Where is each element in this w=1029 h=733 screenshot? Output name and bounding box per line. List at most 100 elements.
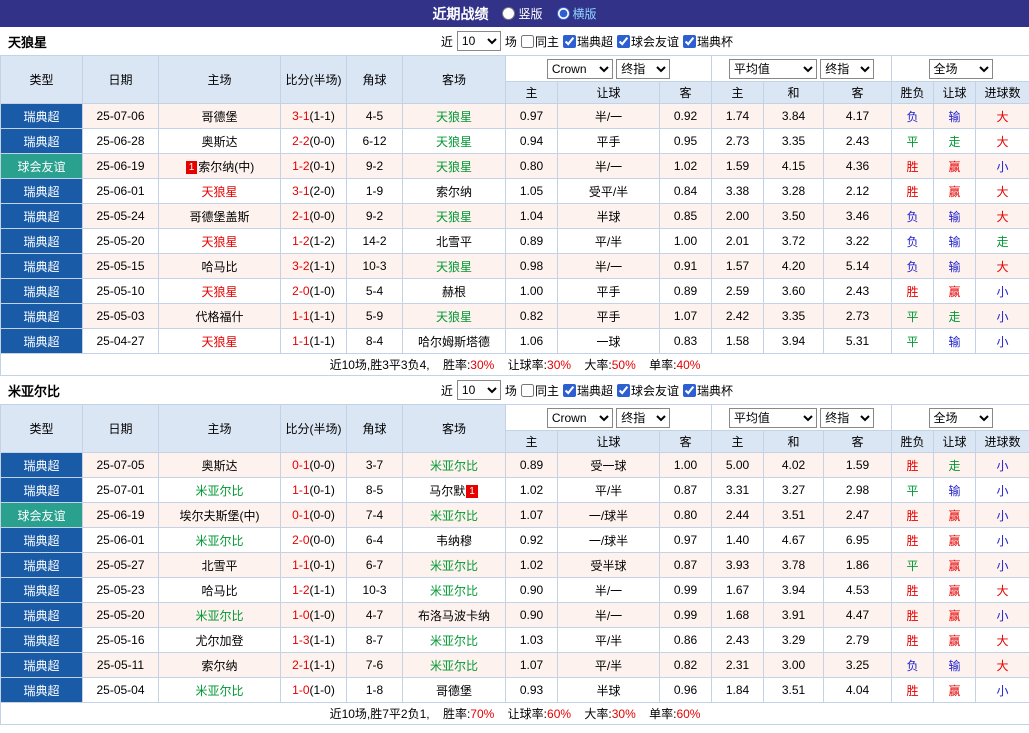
team-link[interactable]: 北雪平	[201, 559, 237, 573]
league-cell[interactable]: 瑞典超	[0, 253, 83, 279]
team-link[interactable]: 米亚尔比	[195, 534, 243, 548]
fulltime-score[interactable]: 1-1	[292, 334, 309, 348]
team-link[interactable]: 天狼星	[436, 110, 472, 124]
same-home-checkbox[interactable]	[520, 34, 534, 48]
league-cell[interactable]: 瑞典超	[0, 527, 83, 553]
club-friendly-checkbox[interactable]	[616, 34, 630, 48]
fulltime-score[interactable]: 1-0	[292, 608, 309, 622]
team-link[interactable]: 米亚尔比	[195, 684, 243, 698]
swedish-cup-checkbox[interactable]	[682, 383, 696, 397]
league-cell[interactable]: 瑞典超	[0, 652, 83, 678]
team-link[interactable]: 埃尔夫斯堡(中)	[180, 509, 260, 523]
team-link[interactable]: 索尔纳	[201, 659, 237, 673]
scope-select[interactable]: 全场	[928, 58, 993, 79]
fulltime-score[interactable]: 1-3	[292, 633, 309, 647]
team-link[interactable]: 马尔默	[429, 484, 465, 498]
league-cell[interactable]: 球会友谊	[0, 153, 83, 179]
team-link[interactable]: 天狼星	[436, 210, 472, 224]
fulltime-score[interactable]: 2-0	[292, 284, 309, 298]
filter-swedish-cup[interactable]: 瑞典杯	[682, 382, 733, 399]
team-link[interactable]: 天狼星	[436, 310, 472, 324]
euro-final-select[interactable]: 终指	[820, 58, 875, 79]
asia-final-select[interactable]: 终指	[616, 58, 671, 79]
team-link[interactable]: 哥德堡	[201, 110, 237, 124]
team-link[interactable]: 米亚尔比	[430, 659, 478, 673]
team-link[interactable]: 天狼星	[201, 235, 237, 249]
fulltime-score[interactable]: 1-1	[292, 558, 309, 572]
league-cell[interactable]: 瑞典超	[0, 602, 83, 628]
fulltime-score[interactable]: 2-0	[292, 533, 309, 547]
league-cell[interactable]: 瑞典超	[0, 303, 83, 329]
team-link[interactable]: 天狼星	[436, 160, 472, 174]
team-link[interactable]: 米亚尔比	[195, 609, 243, 623]
filter-club-friendly[interactable]: 球会友谊	[616, 382, 679, 399]
team-link[interactable]: 索尔纳(中)	[198, 160, 254, 174]
euro-average-select[interactable]: 平均值	[728, 58, 817, 79]
fulltime-score[interactable]: 1-2	[292, 159, 309, 173]
team-link[interactable]: 天狼星	[201, 335, 237, 349]
fulltime-score[interactable]: 3-1	[292, 184, 309, 198]
fulltime-score[interactable]: 2-2	[292, 134, 309, 148]
team-link[interactable]: 哈马比	[201, 260, 237, 274]
team-link[interactable]: 哈尔姆斯塔德	[418, 335, 490, 349]
league-cell[interactable]: 瑞典超	[0, 228, 83, 254]
fulltime-score[interactable]: 1-2	[292, 583, 309, 597]
team-link[interactable]: 哥德堡盖斯	[189, 210, 249, 224]
team-link[interactable]: 米亚尔比	[430, 559, 478, 573]
team-link[interactable]: 韦纳穆	[436, 534, 472, 548]
league-cell[interactable]: 瑞典超	[0, 577, 83, 603]
team-link[interactable]: 北雪平	[436, 235, 472, 249]
team-link[interactable]: 布洛马波卡纳	[418, 609, 490, 623]
recent-count-select[interactable]: 10	[456, 31, 501, 51]
same-home-checkbox[interactable]	[520, 383, 534, 397]
fulltime-score[interactable]: 0-1	[292, 458, 309, 472]
fulltime-score[interactable]: 1-0	[292, 683, 309, 697]
filter-swedish-cup[interactable]: 瑞典杯	[682, 33, 733, 50]
team-link[interactable]: 天狼星	[436, 260, 472, 274]
layout-vertical-option[interactable]: 竖版	[502, 5, 543, 22]
bookmaker-select[interactable]: Crown	[546, 407, 613, 428]
league-cell[interactable]: 瑞典超	[0, 103, 83, 129]
asia-final-select[interactable]: 终指	[616, 407, 671, 428]
league-cell[interactable]: 瑞典超	[0, 677, 83, 703]
team-link[interactable]: 天狼星	[436, 135, 472, 149]
team-link[interactable]: 米亚尔比	[430, 634, 478, 648]
swedish-super-checkbox[interactable]	[562, 34, 576, 48]
vertical-radio[interactable]	[502, 7, 516, 20]
fulltime-score[interactable]: 1-1	[292, 309, 309, 323]
euro-average-select[interactable]: 平均值	[728, 407, 817, 428]
team-link[interactable]: 奥斯达	[201, 135, 237, 149]
filter-swedish-super[interactable]: 瑞典超	[562, 33, 613, 50]
swedish-cup-checkbox[interactable]	[682, 34, 696, 48]
team-link[interactable]: 天狼星	[201, 285, 237, 299]
team-link[interactable]: 奥斯达	[201, 459, 237, 473]
team-link[interactable]: 赫根	[442, 285, 466, 299]
league-cell[interactable]: 球会友谊	[0, 502, 83, 528]
filter-same-home[interactable]: 同主	[520, 382, 559, 399]
team-link[interactable]: 米亚尔比	[195, 484, 243, 498]
club-friendly-checkbox[interactable]	[616, 383, 630, 397]
league-cell[interactable]: 瑞典超	[0, 178, 83, 204]
fulltime-score[interactable]: 2-1	[292, 209, 309, 223]
filter-club-friendly[interactable]: 球会友谊	[616, 33, 679, 50]
team-link[interactable]: 米亚尔比	[430, 459, 478, 473]
team-link[interactable]: 米亚尔比	[430, 584, 478, 598]
team-link[interactable]: 哈马比	[201, 584, 237, 598]
team-link[interactable]: 天狼星	[201, 185, 237, 199]
fulltime-score[interactable]: 1-2	[292, 234, 309, 248]
team-link[interactable]: 尤尔加登	[195, 634, 243, 648]
fulltime-score[interactable]: 2-1	[292, 658, 309, 672]
league-cell[interactable]: 瑞典超	[0, 552, 83, 578]
league-cell[interactable]: 瑞典超	[0, 627, 83, 653]
filter-swedish-super[interactable]: 瑞典超	[562, 382, 613, 399]
recent-count-select[interactable]: 10	[456, 380, 501, 400]
league-cell[interactable]: 瑞典超	[0, 203, 83, 229]
team-link[interactable]: 索尔纳	[436, 185, 472, 199]
euro-final-select[interactable]: 终指	[820, 407, 875, 428]
team-link[interactable]: 代格福什	[195, 310, 243, 324]
league-cell[interactable]: 瑞典超	[0, 278, 83, 304]
fulltime-score[interactable]: 0-1	[292, 508, 309, 522]
fulltime-score[interactable]: 3-1	[292, 109, 309, 123]
swedish-super-checkbox[interactable]	[562, 383, 576, 397]
horizontal-radio[interactable]	[556, 7, 570, 20]
